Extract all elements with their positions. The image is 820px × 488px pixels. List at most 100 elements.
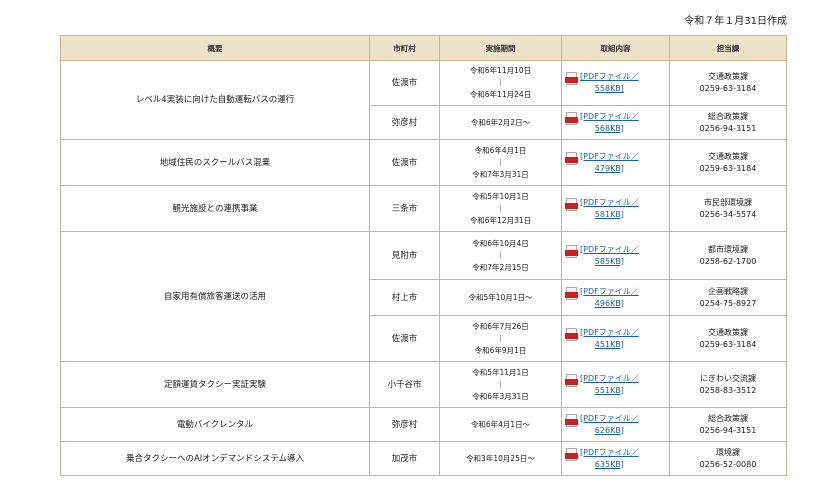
summary-cell: 乗合タクシーへのAIオンデマンドシステム導入 bbox=[60, 441, 370, 476]
period-line: 令和6年10月4日 bbox=[472, 238, 529, 248]
period-line: ｜ bbox=[496, 379, 505, 389]
content-cell: [PDFファイル／ 635KB] bbox=[561, 441, 670, 476]
pdf-link[interactable]: [PDFファイル／ 496KB] bbox=[580, 286, 639, 310]
period-line: 令和6年9月1日 bbox=[474, 345, 527, 355]
department-phone: 0259-63-3184 bbox=[699, 339, 757, 349]
department-name: 市民部環境課 bbox=[704, 197, 752, 207]
department-name: にぎわい交流課 bbox=[700, 373, 756, 383]
municipality-cell: 加茂市 bbox=[369, 441, 440, 476]
table-row: 定額運賃タクシー実証実験 小千谷市 令和5年11月1日 ｜ 令和6年3月31日 [PDFフ… bbox=[60, 361, 787, 408]
pdf-link[interactable]: [PDFファイル／ 581KB] bbox=[580, 197, 639, 221]
department-phone: 0258-62-1700 bbox=[699, 256, 757, 266]
period-line: 令和6年4月1日 bbox=[474, 145, 527, 155]
period-line: 令和6年3月31日 bbox=[472, 391, 529, 401]
department-phone: 0256-94-3151 bbox=[699, 123, 757, 133]
municipality-cell: 見附市 bbox=[369, 231, 440, 280]
table-row: 観光施設との連携事業 三条市 令和5年10月1日 ｜ 令和6年12月31日 [PDFファイ… bbox=[60, 185, 787, 232]
department-cell: 環境課 0256-52-0080 bbox=[669, 441, 787, 476]
period-cell: 令和5年10月1日 ｜ 令和6年12月31日 bbox=[439, 185, 562, 232]
pdf-file-icon bbox=[565, 244, 578, 258]
pdf-entry: [PDFファイル／ 451KB] bbox=[565, 327, 665, 351]
summary-cell: 電動バイクレンタル bbox=[60, 407, 370, 442]
period-cell: 令和6年4月1日 ｜ 令和7年3月31日 bbox=[439, 139, 562, 186]
pdf-link[interactable]: [PDFファイル／ 635KB] bbox=[580, 447, 639, 471]
pdf-link[interactable]: [PDFファイル／ 558KB] bbox=[580, 71, 639, 95]
period-cell: 令和6年11月10日 ｜ 令和6年11月24日 bbox=[439, 60, 562, 106]
pdf-link-text: 568KB] bbox=[594, 123, 624, 133]
content-cell: [PDFファイル／ 581KB] bbox=[561, 185, 670, 232]
department-name: 総合政策課 bbox=[708, 413, 748, 423]
period-cell: 令和5年10月1日～ bbox=[439, 279, 562, 316]
header-period: 実施期間 bbox=[439, 35, 562, 61]
pdf-file-icon bbox=[565, 197, 578, 211]
header-municipality: 市町村 bbox=[369, 35, 440, 61]
period-line: 令和3年10月25日～ bbox=[466, 453, 535, 463]
municipality-cell: 佐渡市 bbox=[369, 60, 440, 106]
municipality-cell: 佐渡市 bbox=[369, 315, 440, 362]
department-name: 都市環境課 bbox=[708, 244, 748, 254]
pdf-file-icon bbox=[565, 286, 578, 300]
pdf-link[interactable]: [PDFファイル／ 568KB] bbox=[580, 111, 639, 135]
pdf-entry: [PDFファイル／ 551KB] bbox=[565, 373, 665, 397]
pdf-link[interactable]: [PDFファイル／ 585KB] bbox=[580, 244, 639, 268]
pdf-link[interactable]: [PDFファイル／ 479KB] bbox=[580, 151, 639, 175]
pdf-entry: [PDFファイル／ 479KB] bbox=[565, 151, 665, 175]
department-phone: 0258-83-3512 bbox=[699, 385, 757, 395]
period-line: ｜ bbox=[496, 250, 505, 260]
measures-table: 概要 市町村 実施期間 取組内容 担当課 レベル4実装に向けた自動運転バスの運行… bbox=[60, 35, 787, 476]
department-name: 環境課 bbox=[716, 447, 740, 457]
pdf-link[interactable]: [PDFファイル／ 451KB] bbox=[580, 327, 639, 351]
pdf-link[interactable]: [PDFファイル／ 551KB] bbox=[580, 373, 639, 397]
department-cell: 市民部環境課 0256-34-5574 bbox=[669, 185, 787, 232]
department-cell: 企画戦略課 0254-75-8927 bbox=[669, 279, 787, 316]
table-row: 乗合タクシーへのAIオンデマンドシステム導入 加茂市 令和3年10月25日～ [PDF… bbox=[60, 441, 787, 476]
summary-cell: 観光施設との連携事業 bbox=[60, 185, 370, 232]
summary-cell: 定額運賃タクシー実証実験 bbox=[60, 361, 370, 408]
content-cell: [PDFファイル／ 496KB] bbox=[561, 279, 670, 316]
department-phone: 0256-94-3151 bbox=[699, 425, 757, 435]
header-summary: 概要 bbox=[60, 35, 370, 61]
period-line: ｜ bbox=[496, 203, 505, 213]
created-date: 令和７年１月31日作成 bbox=[684, 16, 787, 27]
municipality-cell: 村上市 bbox=[369, 279, 440, 316]
pdf-entry: [PDFファイル／ 626KB] bbox=[565, 413, 665, 437]
period-line: 令和6年11月24日 bbox=[469, 90, 532, 99]
pdf-file-icon bbox=[565, 111, 578, 125]
period-line: 令和5年10月1日～ bbox=[468, 292, 533, 302]
pdf-link-text: [PDFファイル／ bbox=[580, 286, 639, 296]
department-phone: 0256-34-5574 bbox=[699, 209, 757, 219]
content-cell: [PDFファイル／ 451KB] bbox=[561, 315, 670, 362]
pdf-link-text: [PDFファイル／ bbox=[580, 197, 639, 207]
table-row: 地域住民のスクールバス混乗 佐渡市 令和6年4月1日 ｜ 令和7年3月31日 [PDFファ… bbox=[60, 139, 787, 186]
pdf-link-text: 496KB] bbox=[594, 298, 624, 308]
content-cell: [PDFファイル／ 558KB] bbox=[561, 60, 670, 106]
department-phone: 0259-63-3184 bbox=[699, 163, 757, 173]
period-line: 令和7年2月15日 bbox=[472, 262, 529, 272]
summary-cell: 地域住民のスクールバス混乗 bbox=[60, 139, 370, 186]
pdf-link-text: [PDFファイル／ bbox=[580, 111, 639, 121]
period-cell: 令和6年7月26日 ｜ 令和6年9月1日 bbox=[439, 315, 562, 362]
content-cell: [PDFファイル／ 585KB] bbox=[561, 231, 670, 280]
period-line: ｜ bbox=[496, 78, 505, 87]
pdf-link[interactable]: [PDFファイル／ 626KB] bbox=[580, 413, 639, 437]
department-phone: 0259-63-3184 bbox=[699, 84, 757, 93]
municipality-cell: 弥彦村 bbox=[369, 105, 440, 140]
department-name: 交通政策課 bbox=[708, 72, 748, 81]
content-cell: [PDFファイル／ 626KB] bbox=[561, 407, 670, 442]
table-row: レベル4実装に向けた自動運転バスの運行 佐渡市 令和6年11月10日｜令和6年11月… bbox=[60, 60, 787, 140]
content-cell: [PDFファイル／ 479KB] bbox=[561, 139, 670, 186]
pdf-entry: [PDFファイル／ 585KB] bbox=[565, 244, 665, 268]
period-line: ｜ bbox=[496, 333, 505, 343]
pdf-link-text: 479KB] bbox=[594, 163, 624, 173]
period-line: 令和5年11月1日 bbox=[472, 367, 529, 377]
content-cell: [PDFファイル／ 551KB] bbox=[561, 361, 670, 408]
pdf-link-text: [PDFファイル／ bbox=[580, 244, 639, 254]
period-cell: 令和3年10月25日～ bbox=[439, 441, 562, 476]
header-department: 担当課 bbox=[669, 35, 787, 61]
pdf-entry: [PDFファイル／ 581KB] bbox=[565, 197, 665, 221]
period-line: 令和6年7月26日 bbox=[472, 321, 529, 331]
department-cell: 交通政策課 0259-63-3184 bbox=[669, 315, 787, 362]
period-cell: 令和6年4月1日～ bbox=[439, 407, 562, 442]
department-name: 交通政策課 bbox=[708, 151, 748, 161]
content-cell: [PDFファイル／ 568KB] bbox=[561, 105, 670, 140]
